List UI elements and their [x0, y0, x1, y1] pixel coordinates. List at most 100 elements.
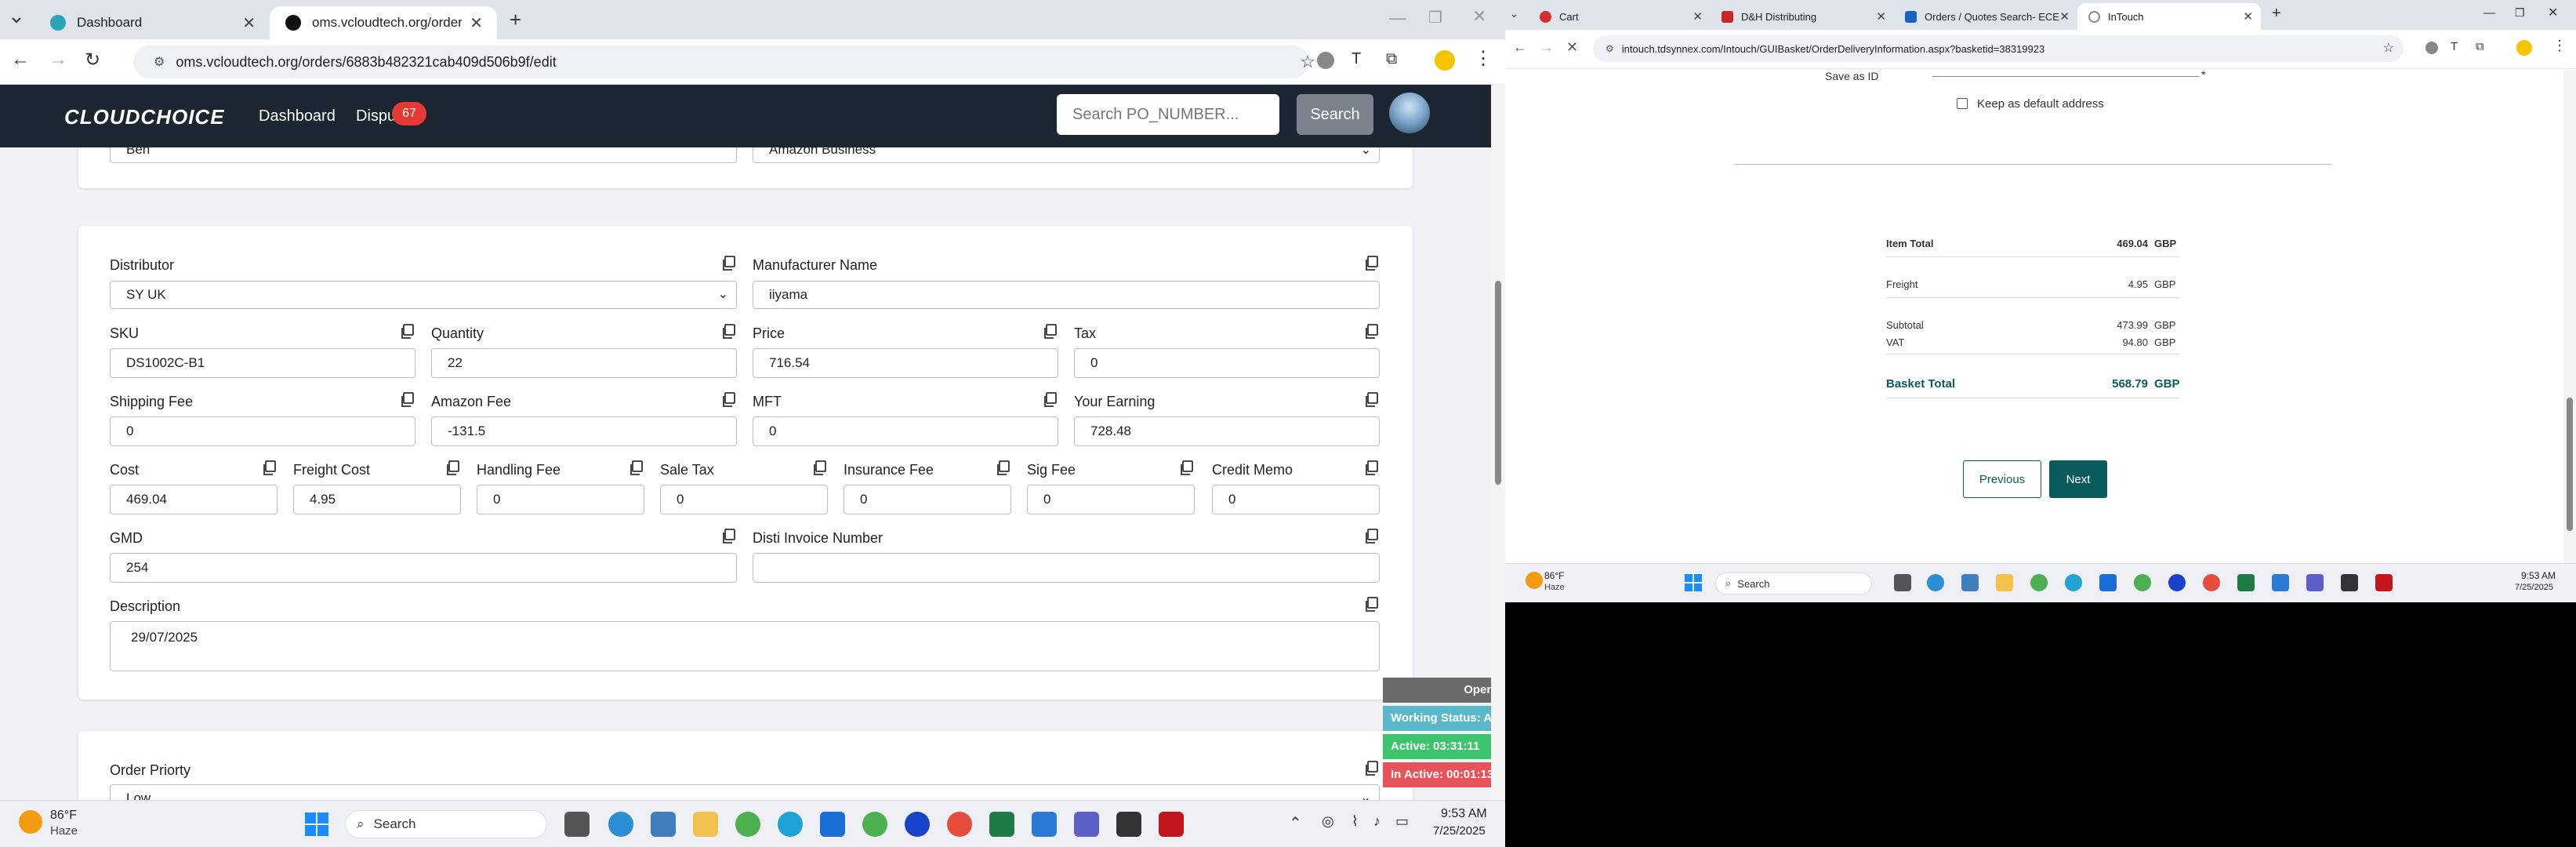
copy-tax-icon[interactable]	[1364, 324, 1378, 340]
teams-icon[interactable]	[1074, 812, 1099, 837]
tab-dh-distributing[interactable]: D&H Distributing ✕	[1711, 3, 1894, 30]
remote-desktop-icon[interactable]	[1032, 812, 1057, 837]
acrobat-icon[interactable]	[1159, 812, 1184, 837]
taskbar-search[interactable]: ⌕ Search	[345, 810, 547, 838]
copy-sig-fee-icon[interactable]	[1179, 460, 1193, 476]
excel-icon[interactable]	[2237, 574, 2255, 591]
profile-icon[interactable]	[1435, 50, 1455, 71]
close-window-icon[interactable]: ✕	[1472, 6, 1486, 27]
tab-intouch[interactable]: InTouch ✕	[2077, 3, 2261, 30]
copy-amazon-fee-icon[interactable]	[721, 392, 735, 408]
page-scrollbar[interactable]	[1491, 85, 1505, 800]
copy-sku-icon[interactable]	[400, 324, 414, 340]
address-bar[interactable]: ⚙ oms.vcloudtech.org/orders/6883b482321c…	[133, 45, 1315, 78]
channel-select[interactable]: Amazon Business ⌄	[753, 147, 1380, 163]
copy-description-icon[interactable]	[1364, 597, 1378, 613]
clock-date[interactable]: 7/25/2025	[2515, 583, 2553, 592]
tab-search-icon[interactable]: ⌄	[1510, 8, 1518, 20]
extension-icon[interactable]	[1317, 52, 1334, 69]
profile-icon[interactable]	[2516, 40, 2532, 56]
excel-icon[interactable]	[989, 812, 1014, 837]
task-view-icon[interactable]	[1894, 574, 1911, 591]
credit-memo-input[interactable]: 0	[1212, 485, 1380, 514]
freight-cost-input[interactable]: 4.95	[293, 485, 461, 514]
mft-input[interactable]: 0	[753, 416, 1058, 446]
copy-price-icon[interactable]	[1043, 324, 1057, 340]
menu-dots-icon[interactable]: ⋮	[2552, 38, 2567, 54]
app-icon[interactable]	[608, 812, 633, 837]
edge-icon[interactable]	[778, 812, 803, 837]
weather-icon[interactable]	[19, 810, 42, 834]
restore-icon[interactable]: ❐	[2515, 6, 2525, 20]
price-input[interactable]: 716.54	[753, 348, 1058, 378]
tax-input[interactable]: 0	[1074, 348, 1380, 378]
tab-orders-quotes[interactable]: Orders / Quotes Search- ECExp ✕	[1894, 3, 2077, 30]
cost-input[interactable]: 469.04	[110, 485, 278, 514]
distributor-select[interactable]: SY UK ⌄	[110, 281, 737, 309]
scrollbar-thumb[interactable]	[1495, 281, 1501, 485]
close-tab-icon[interactable]: ✕	[1876, 9, 1886, 24]
menu-dots-icon[interactable]: ⋮	[1474, 47, 1493, 70]
stop-icon[interactable]: ✕	[1566, 39, 1578, 56]
translate-icon[interactable]: T	[2451, 40, 2458, 53]
nav-disputes-link[interactable]: Dispu	[356, 107, 396, 125]
outlook-icon[interactable]	[820, 812, 845, 837]
save-as-id-input[interactable]	[1932, 76, 2199, 77]
zoom-icon[interactable]	[905, 812, 930, 837]
new-tab-icon[interactable]: +	[510, 8, 521, 32]
amazon-fee-input[interactable]: -131.5	[431, 416, 737, 446]
restore-icon[interactable]: ❐	[1428, 8, 1442, 27]
app-icon[interactable]	[1927, 574, 1944, 591]
taskbar-search[interactable]: ⌕ Search	[1715, 573, 1872, 594]
reload-icon[interactable]: ↻	[85, 49, 100, 71]
chrome-profile-icon[interactable]	[862, 812, 887, 837]
copy-credit-memo-icon[interactable]	[1364, 460, 1378, 476]
tray-chevron-icon[interactable]: ⌃	[1289, 813, 1302, 833]
forward-icon[interactable]: →	[1540, 39, 1554, 56]
file-explorer-icon[interactable]	[1996, 574, 2013, 591]
task-view-icon[interactable]	[564, 812, 590, 837]
extensions-puzzle-icon[interactable]: ⧉	[2476, 40, 2484, 53]
acrobat-icon[interactable]	[2375, 574, 2393, 591]
next-button[interactable]: Next	[2049, 460, 2107, 498]
close-tab-icon[interactable]: ✕	[242, 13, 256, 33]
zoom-icon[interactable]	[2168, 574, 2186, 591]
copy-mft-icon[interactable]	[1043, 392, 1057, 408]
chrome-alt-icon[interactable]	[2203, 574, 2220, 591]
file-explorer-icon[interactable]	[693, 812, 718, 837]
tab-dashboard[interactable]: Dashboard ✕	[34, 6, 270, 39]
scrollbar-thumb[interactable]	[2567, 398, 2573, 531]
previous-button[interactable]: Previous	[1963, 460, 2041, 498]
site-info-icon[interactable]: ⚙	[1605, 43, 1614, 54]
sku-input[interactable]: DS1002C-B1	[110, 348, 415, 378]
your-earning-input[interactable]: 728.48	[1074, 416, 1380, 446]
windows-start-icon[interactable]	[304, 812, 329, 841]
description-textarea[interactable]: 29/07/2025	[110, 621, 1380, 671]
page-scrollbar[interactable]	[2563, 70, 2576, 563]
chrome-profile-icon[interactable]	[2134, 574, 2151, 591]
forward-icon[interactable]: →	[49, 49, 67, 71]
notes-icon[interactable]	[2341, 574, 2358, 591]
copy-shipping-fee-icon[interactable]	[400, 392, 414, 408]
translate-icon[interactable]: T	[1351, 50, 1361, 68]
gmd-input[interactable]: 254	[110, 553, 737, 583]
copy-your-earning-icon[interactable]	[1364, 392, 1378, 408]
close-tab-icon[interactable]: ✕	[2059, 9, 2070, 24]
copy-disti-invoice-icon[interactable]	[1364, 529, 1378, 544]
tab-cart[interactable]: Cart ✕	[1529, 3, 1711, 30]
bookmark-star-icon[interactable]: ☆	[1300, 52, 1315, 72]
clock-time[interactable]: 9:53 AM	[2521, 570, 2556, 581]
remote-desktop-icon[interactable]	[2272, 574, 2289, 591]
sig-fee-input[interactable]: 0	[1027, 485, 1195, 514]
quantity-input[interactable]: 22	[431, 348, 737, 378]
chrome-alt-icon[interactable]	[947, 812, 972, 837]
tray-app-icon[interactable]: ◎	[1322, 813, 1334, 830]
copy-order-priority-icon[interactable]	[1364, 761, 1378, 776]
back-icon[interactable]: ←	[1513, 39, 1527, 56]
wifi-icon[interactable]: ⌇	[1351, 813, 1359, 830]
open-tracker-button[interactable]: Open A	[1383, 678, 1505, 703]
shipping-fee-input[interactable]: 0	[110, 416, 415, 446]
insurance-fee-input[interactable]: 0	[844, 485, 1011, 514]
nav-dashboard-link[interactable]: Dashboard	[259, 107, 336, 125]
user-avatar[interactable]	[1389, 93, 1430, 133]
